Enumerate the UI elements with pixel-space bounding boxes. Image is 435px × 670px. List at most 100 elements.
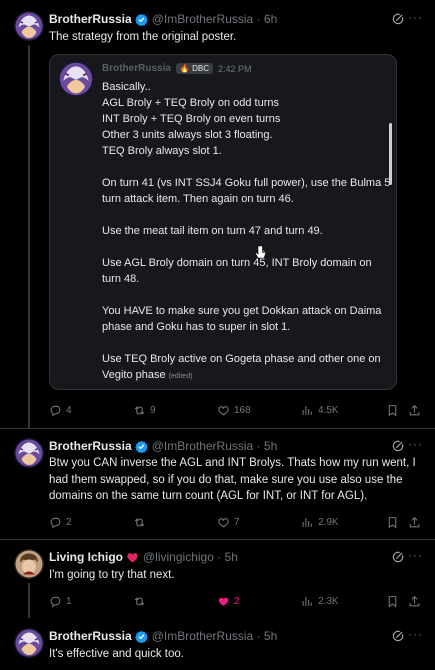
quoted-name: BrotherRussia — [102, 63, 171, 74]
action-bar: 4 9 168 4.5K — [49, 402, 421, 418]
verified-icon — [135, 13, 148, 26]
more-icon[interactable]: ··· — [408, 437, 423, 451]
handle-and-time[interactable]: @ImBrotherRussia · 6h — [152, 12, 278, 26]
quoted-line: TEQ Broly always slot 1. — [102, 145, 222, 157]
quoted-line: Basically.. — [102, 81, 151, 93]
tweet-header: BrotherRussia @ImBrotherRussia · 5h — [49, 628, 277, 644]
action-bar: 2 7 2.9K — [49, 514, 421, 530]
bookmark-icon — [386, 404, 399, 417]
reply-count: 1 — [66, 595, 72, 607]
reply-count: 4 — [66, 404, 72, 416]
quoted-scrollbar[interactable] — [389, 123, 392, 185]
heart-emoji-icon — [127, 552, 138, 562]
like-icon — [217, 516, 230, 529]
avatar[interactable] — [14, 549, 44, 579]
display-name[interactable]: Living Ichigo — [49, 550, 123, 564]
reply-icon — [49, 516, 62, 529]
views-button[interactable]: 4.5K — [301, 402, 339, 418]
share-button[interactable] — [408, 593, 421, 609]
like-count: 168 — [234, 404, 251, 416]
bookmark-icon — [386, 595, 399, 608]
like-count: 7 — [234, 516, 240, 528]
tweet-2[interactable]: BrotherRussia @ImBrotherRussia · 5h ··· … — [0, 429, 435, 539]
display-name[interactable]: BrotherRussia — [49, 439, 132, 453]
like-button[interactable]: 168 — [217, 402, 251, 418]
like-button[interactable]: 2 — [217, 593, 240, 609]
avatar[interactable] — [14, 628, 44, 658]
reply-button[interactable]: 4 — [49, 402, 72, 418]
more-icon[interactable]: ··· — [408, 10, 423, 24]
avatar[interactable] — [14, 11, 44, 41]
reply-button[interactable]: 1 — [49, 593, 72, 609]
grok-icon[interactable] — [391, 439, 405, 453]
repost-button[interactable] — [133, 514, 146, 530]
quoted-body: Basically.. AGL Broly + TEQ Broly on odd… — [102, 79, 392, 385]
quoted-paragraph: Use the meat tail item on turn 47 and tu… — [102, 225, 323, 237]
views-icon — [301, 516, 314, 529]
verified-icon — [135, 630, 148, 643]
quoted-line: AGL Broly + TEQ Broly on odd turns — [102, 97, 279, 109]
quoted-line: INT Broly + TEQ Broly on even turns — [102, 113, 281, 125]
quoted-header: BrotherRussia 🔥 DBC 2:42 PM — [102, 63, 252, 74]
share-icon — [408, 404, 421, 417]
tweet-4[interactable]: BrotherRussia @ImBrotherRussia · 5h ··· … — [0, 618, 435, 670]
bookmark-button[interactable] — [386, 593, 399, 609]
thread-line — [28, 45, 30, 428]
repost-button[interactable] — [133, 593, 146, 609]
repost-icon — [133, 516, 146, 529]
handle-and-time[interactable]: @livingichigo · 5h — [143, 550, 238, 564]
handle-and-time[interactable]: @ImBrotherRussia · 5h — [152, 629, 278, 643]
tweet-text: I'm going to try that next. — [49, 569, 175, 581]
views-icon — [301, 595, 314, 608]
quoted-line: Other 3 units always slot 3 floating. — [102, 129, 273, 141]
grok-icon[interactable] — [391, 629, 405, 643]
views-button[interactable]: 2.3K — [301, 593, 339, 609]
reply-button[interactable]: 2 — [49, 514, 72, 530]
handle-and-time[interactable]: @ImBrotherRussia · 5h — [152, 439, 278, 453]
display-name[interactable]: BrotherRussia — [49, 629, 132, 643]
verified-icon — [135, 440, 148, 453]
like-count: 2 — [234, 595, 240, 607]
edited-label: (edited) — [168, 373, 193, 380]
quoted-message-card[interactable]: BrotherRussia 🔥 DBC 2:42 PM Basically.. … — [49, 54, 397, 390]
view-count: 2.3K — [318, 595, 339, 607]
views-button[interactable]: 2.9K — [301, 514, 339, 530]
view-count: 4.5K — [318, 404, 339, 416]
tweet-1[interactable]: BrotherRussia @ImBrotherRussia · 6h ··· … — [0, 0, 435, 428]
bookmark-button[interactable] — [386, 514, 399, 530]
server-tag-badge: 🔥 DBC — [175, 63, 213, 74]
more-icon[interactable]: ··· — [408, 627, 423, 641]
quoted-paragraph: You HAVE to make sure you get Dokkan att… — [102, 305, 382, 333]
bookmark-button[interactable] — [386, 402, 399, 418]
like-icon-active — [217, 595, 230, 608]
mouse-cursor-icon — [255, 245, 266, 259]
tweet-3[interactable]: Living Ichigo @livingichigo · 5h ··· I'm… — [0, 540, 435, 618]
view-count: 2.9K — [318, 516, 339, 528]
repost-count: 9 — [150, 404, 156, 416]
repost-button[interactable]: 9 — [133, 402, 156, 418]
more-icon[interactable]: ··· — [408, 548, 423, 562]
action-bar: 1 2 2.3K — [49, 593, 421, 609]
quoted-paragraph: Use TEQ Broly active on Gogeta phase and… — [102, 353, 381, 381]
bookmark-icon — [386, 516, 399, 529]
avatar[interactable] — [14, 438, 44, 468]
share-icon — [408, 516, 421, 529]
views-icon — [301, 404, 314, 417]
quoted-avatar — [58, 61, 94, 97]
tweet-header: BrotherRussia @ImBrotherRussia · 5h — [49, 438, 277, 454]
tweet-text: The strategy from the original poster. — [49, 31, 237, 43]
tweet-text: It's effective and quick too. — [49, 648, 184, 660]
share-button[interactable] — [408, 514, 421, 530]
tweet-header: BrotherRussia @ImBrotherRussia · 6h — [49, 11, 277, 27]
grok-icon[interactable] — [391, 550, 405, 564]
display-name[interactable]: BrotherRussia — [49, 12, 132, 26]
grok-icon[interactable] — [391, 12, 405, 26]
thread-line — [28, 583, 30, 618]
reply-icon — [49, 595, 62, 608]
share-icon — [408, 595, 421, 608]
like-button[interactable]: 7 — [217, 514, 240, 530]
reply-count: 2 — [66, 516, 72, 528]
quoted-paragraph: On turn 41 (vs INT SSJ4 Goku full power)… — [102, 177, 391, 205]
like-icon — [217, 404, 230, 417]
share-button[interactable] — [408, 402, 421, 418]
